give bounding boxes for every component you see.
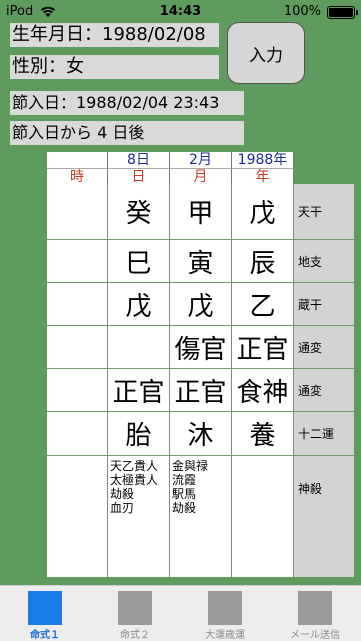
tab-square-icon (118, 591, 152, 625)
row-label-tsuhen2: 通変 (294, 369, 354, 412)
cell-juniun-month: 沐 (170, 412, 232, 456)
shinsatsu-item: 天乙貴人 (110, 459, 159, 473)
cell-shinsatsu-hour (47, 456, 108, 578)
tab-meishiki-2[interactable]: 命式２ (90, 586, 180, 641)
cell-tsuhen2-year: 食神 (232, 369, 294, 412)
shinsatsu-item: 劫殺 (110, 487, 135, 501)
days-after-field: 節入日から 4 日後 (10, 121, 244, 145)
cell-zoukan-day: 戊 (108, 283, 170, 326)
tab-square-icon (208, 591, 242, 625)
row-label-zoukan: 蔵干 (294, 283, 354, 326)
cell-zoukan-year: 乙 (232, 283, 294, 326)
tab-bar: 命式１ 命式２ 大運歳運 メール送信 (0, 585, 361, 641)
cell-shinsatsu-day: 天乙貴人 太極貴人 劫殺 血刃 (108, 456, 170, 578)
cell-shinsatsu-month: 金與禄 流霞 駅馬 劫殺 (170, 456, 232, 578)
cell-tsuhen2-hour (47, 369, 108, 412)
cell-juniun-year: 養 (232, 412, 294, 456)
cell-shinsatsu-year (232, 456, 294, 578)
row-label-tenkan: 天干 (294, 184, 354, 240)
cell-tsuhen1-hour (47, 326, 108, 369)
cell-chishi-day: 巳 (108, 240, 170, 283)
cell-tsuhen2-month: 正官 (170, 369, 232, 412)
cell-tsuhen1-month: 傷官 (170, 326, 232, 369)
shinsatsu-item: 流霞 (172, 473, 197, 487)
cell-tenkan-year: 戊 (232, 184, 294, 240)
cell-juniun-day: 胎 (108, 412, 170, 456)
tab-label: メール送信 (290, 630, 340, 641)
subheader-hour: 時 (47, 168, 108, 185)
battery-icon (327, 6, 358, 19)
birthdate-field: 生年月日：1988/02/08 (10, 23, 219, 47)
subheader-day: 日 (108, 168, 170, 185)
shinsatsu-item: 金與禄 (172, 459, 209, 473)
header-year: 1988年 (232, 152, 294, 168)
status-bar: iPod 14:43 100% (0, 0, 361, 22)
cell-chishi-hour (47, 240, 108, 283)
shinsatsu-item: 太極貴人 (110, 473, 159, 487)
subheader-month: 月 (170, 168, 232, 185)
tab-square-icon (298, 591, 332, 625)
tab-taiun-saiun[interactable]: 大運歳運 (180, 586, 270, 641)
cell-tenkan-month: 甲 (170, 184, 232, 240)
shinsatsu-item: 劫殺 (172, 501, 197, 515)
tab-meishiki-1[interactable]: 命式１ (0, 586, 90, 641)
tab-square-icon (28, 591, 62, 625)
cell-tenkan-hour (47, 184, 108, 240)
row-label-chishi: 地支 (294, 240, 354, 283)
input-button[interactable]: 入力 (227, 22, 305, 84)
tab-label: 命式２ (120, 630, 150, 641)
tab-label: 命式１ (30, 630, 60, 641)
cell-tsuhen2-day: 正官 (108, 369, 170, 412)
shinsatsu-item: 血刃 (110, 501, 135, 515)
row-label-shinsatsu: 神殺 (294, 456, 354, 578)
setsuiri-field: 節入日：1988/02/04 23:43 (10, 91, 244, 115)
cell-zoukan-hour (47, 283, 108, 326)
tab-mail-send[interactable]: メール送信 (270, 586, 360, 641)
cell-chishi-year: 辰 (232, 240, 294, 283)
shinsatsu-item: 駅馬 (172, 487, 197, 501)
cell-tsuhen1-day (108, 326, 170, 369)
cell-zoukan-month: 戊 (170, 283, 232, 326)
tab-label: 大運歳運 (205, 630, 245, 641)
cell-tenkan-day: 癸 (108, 184, 170, 240)
header-month: 2月 (170, 152, 232, 168)
gender-field: 性別：女 (10, 55, 219, 79)
row-label-juniun: 十二運 (294, 412, 354, 456)
cell-tsuhen1-year: 正官 (232, 326, 294, 369)
subheader-year: 年 (232, 168, 294, 185)
cell-juniun-hour (47, 412, 108, 456)
battery-percent: 100% (283, 4, 321, 19)
row-label-tsuhen1: 通変 (294, 326, 354, 369)
header-blank (47, 152, 108, 168)
header-day: 8日 (108, 152, 170, 168)
cell-chishi-month: 寅 (170, 240, 232, 283)
